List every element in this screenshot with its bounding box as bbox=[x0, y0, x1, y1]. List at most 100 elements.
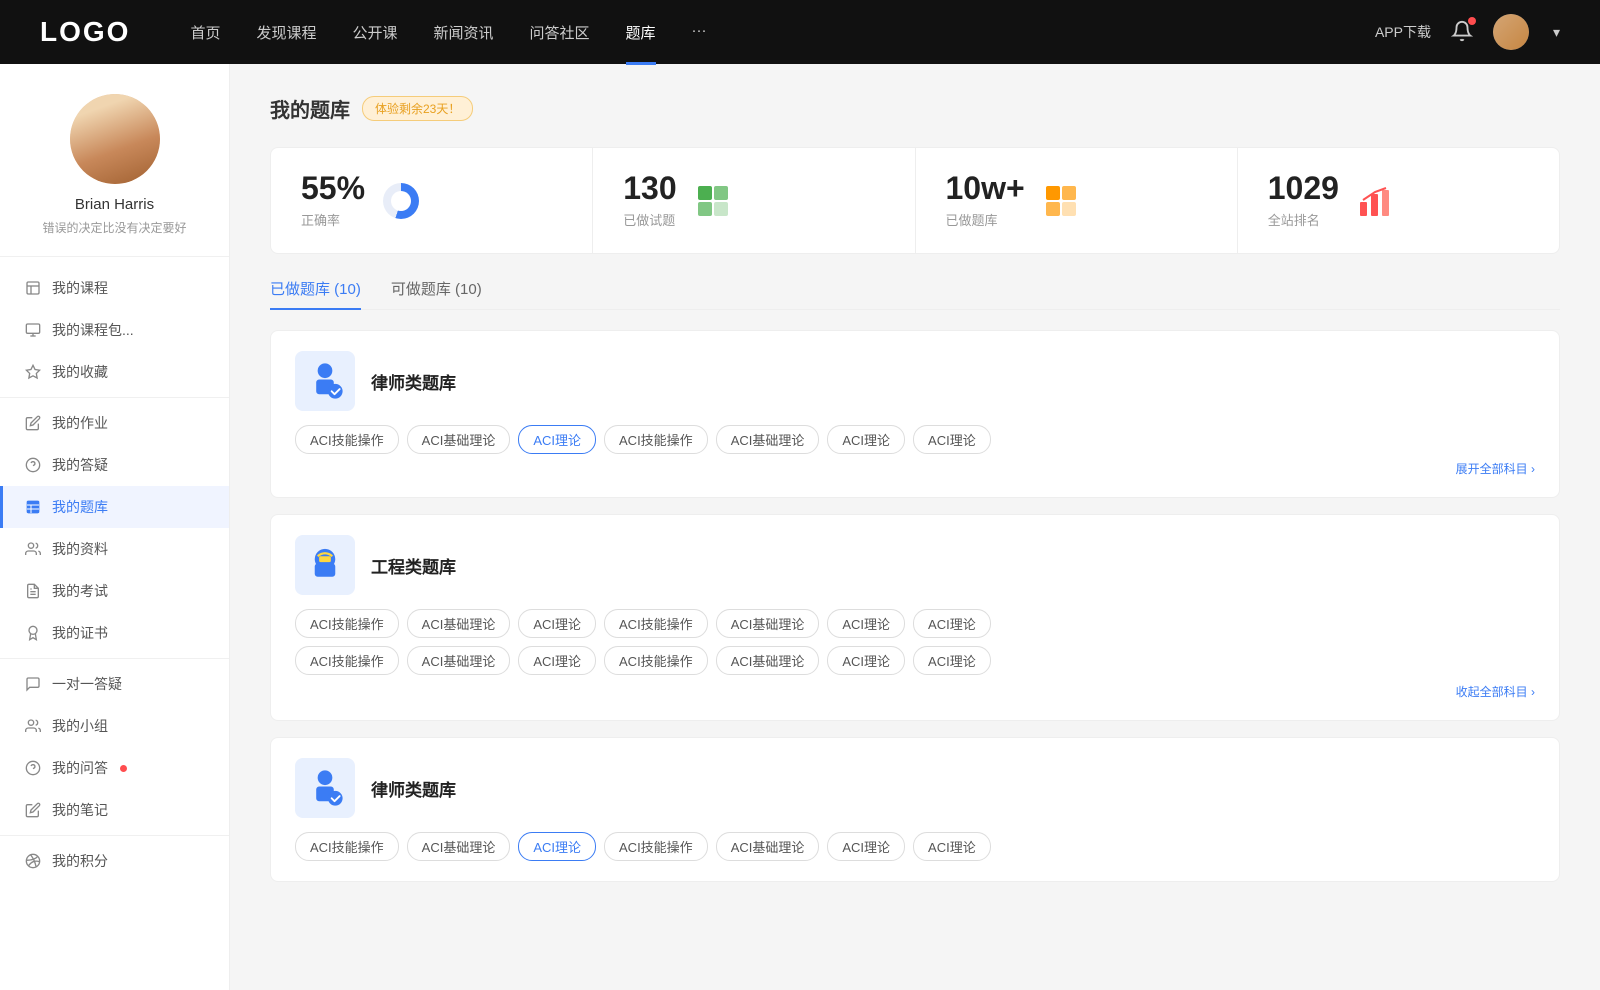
tag[interactable]: ACI技能操作 bbox=[604, 609, 708, 638]
qbank-tags-row2: ACI技能操作 ACI基础理论 ACI理论 ACI技能操作 ACI基础理论 AC… bbox=[295, 646, 1535, 675]
nav-news[interactable]: 新闻资讯 bbox=[434, 22, 494, 43]
qbank-title-2: 工程类题库 bbox=[371, 553, 456, 578]
tag[interactable]: ACI基础理论 bbox=[407, 646, 511, 675]
my-questions-icon bbox=[24, 759, 42, 777]
page-wrapper: Brian Harris 错误的决定比没有决定要好 我的课程 我的课程包... bbox=[0, 64, 1600, 990]
sidebar-label: 我的收藏 bbox=[52, 362, 108, 382]
tag[interactable]: ACI技能操作 bbox=[295, 832, 399, 861]
sidebar-label: 我的课程 bbox=[52, 278, 108, 298]
tag[interactable]: ACI理论 bbox=[913, 646, 991, 675]
tag[interactable]: ACI基础理论 bbox=[716, 832, 820, 861]
tag[interactable]: ACI理论 bbox=[827, 646, 905, 675]
sidebar-label: 我的答疑 bbox=[52, 455, 108, 475]
menu-divider-3 bbox=[0, 835, 229, 836]
qbank-card-lawyer-2: 律师类题库 ACI技能操作 ACI基础理论 ACI理论 ACI技能操作 ACI基… bbox=[270, 737, 1560, 882]
notes-icon bbox=[24, 801, 42, 819]
nav-more[interactable]: ··· bbox=[692, 22, 707, 43]
sidebar-item-groups[interactable]: 我的小组 bbox=[0, 705, 229, 747]
tag[interactable]: ACI技能操作 bbox=[604, 425, 708, 454]
tag[interactable]: ACI理论 bbox=[913, 609, 991, 638]
sidebar-menu: 我的课程 我的课程包... 我的收藏 我的作业 bbox=[0, 257, 229, 892]
tag[interactable]: ACI技能操作 bbox=[604, 832, 708, 861]
sidebar-item-exam[interactable]: 我的考试 bbox=[0, 570, 229, 612]
sidebar-item-my-questions[interactable]: 我的问答 bbox=[0, 747, 229, 789]
tag[interactable]: ACI基础理论 bbox=[407, 425, 511, 454]
page-title: 我的题库 bbox=[270, 94, 350, 123]
groups-icon bbox=[24, 717, 42, 735]
exam-icon bbox=[24, 582, 42, 600]
sidebar-item-notes[interactable]: 我的笔记 bbox=[0, 789, 229, 831]
nav-discover[interactable]: 发现课程 bbox=[256, 22, 316, 43]
avatar-image bbox=[1493, 14, 1529, 50]
sidebar-label: 我的考试 bbox=[52, 581, 108, 601]
expand-button-1[interactable]: 展开全部科目 › bbox=[295, 460, 1535, 477]
tag[interactable]: ACI理论 bbox=[913, 425, 991, 454]
qbank-card-lawyer-1: 律师类题库 ACI技能操作 ACI基础理论 ACI理论 ACI技能操作 ACI基… bbox=[270, 330, 1560, 498]
sidebar-label: 我的问答 bbox=[52, 758, 108, 778]
tag[interactable]: ACI理论 bbox=[827, 832, 905, 861]
tag[interactable]: ACI理论 bbox=[518, 646, 596, 675]
tag[interactable]: ACI基础理论 bbox=[716, 425, 820, 454]
tag[interactable]: ACI理论 bbox=[518, 609, 596, 638]
qbank-title-1: 律师类题库 bbox=[371, 369, 456, 394]
rank-icon bbox=[1355, 181, 1395, 221]
courses-icon bbox=[24, 279, 42, 297]
app-download-button[interactable]: APP下载 bbox=[1375, 22, 1431, 42]
notification-bell[interactable] bbox=[1451, 20, 1473, 45]
sidebar-item-profile[interactable]: 我的资料 bbox=[0, 528, 229, 570]
stat-bank-done: 10w+ 已做题库 bbox=[916, 148, 1238, 253]
stat-questions-done: 130 已做试题 bbox=[593, 148, 915, 253]
navbar-nav: 首页 发现课程 公开课 新闻资讯 问答社区 题库 ··· bbox=[190, 22, 1375, 43]
tag[interactable]: ACI基础理论 bbox=[407, 609, 511, 638]
trial-badge: 体验剩余23天！ bbox=[362, 96, 473, 121]
tag[interactable]: ACI基础理论 bbox=[716, 609, 820, 638]
tag[interactable]: ACI技能操作 bbox=[295, 425, 399, 454]
qbank-tags-1: ACI技能操作 ACI基础理论 ACI理论 ACI技能操作 ACI基础理论 AC… bbox=[295, 425, 1535, 454]
unread-dot bbox=[120, 765, 127, 772]
nav-question-bank[interactable]: 题库 bbox=[626, 22, 656, 43]
tag[interactable]: ACI基础理论 bbox=[407, 832, 511, 861]
tag[interactable]: ACI技能操作 bbox=[295, 609, 399, 638]
sidebar-label: 我的小组 bbox=[52, 716, 108, 736]
sidebar-item-question-bank[interactable]: 我的题库 bbox=[0, 486, 229, 528]
sidebar-item-tutoring[interactable]: 一对一答疑 bbox=[0, 663, 229, 705]
stat-questions-label: 已做试题 bbox=[623, 210, 676, 229]
sidebar-label: 我的积分 bbox=[52, 851, 108, 871]
nav-open-course[interactable]: 公开课 bbox=[352, 22, 397, 43]
sidebar-item-favorites[interactable]: 我的收藏 bbox=[0, 351, 229, 393]
tab-done[interactable]: 已做题库 (10) bbox=[270, 278, 361, 309]
user-menu-chevron[interactable]: ▾ bbox=[1553, 24, 1560, 41]
tag[interactable]: ACI理论 bbox=[827, 609, 905, 638]
tag[interactable]: ACI理论 bbox=[827, 425, 905, 454]
qbank-icon-lawyer-2 bbox=[295, 758, 355, 818]
tag[interactable]: ACI技能操作 bbox=[295, 646, 399, 675]
navbar-right: APP下载 ▾ bbox=[1375, 14, 1560, 50]
logo[interactable]: LOGO bbox=[40, 16, 130, 48]
stat-rank-label: 全站排名 bbox=[1268, 210, 1339, 229]
sidebar: Brian Harris 错误的决定比没有决定要好 我的课程 我的课程包... bbox=[0, 64, 230, 990]
sidebar-label: 我的资料 bbox=[52, 539, 108, 559]
tag-active[interactable]: ACI理论 bbox=[518, 425, 596, 454]
qbank-icon-lawyer bbox=[295, 351, 355, 411]
collapse-button-2[interactable]: 收起全部科目 › bbox=[295, 683, 1535, 700]
sidebar-item-course-packages[interactable]: 我的课程包... bbox=[0, 309, 229, 351]
sidebar-item-certificate[interactable]: 我的证书 bbox=[0, 612, 229, 654]
nav-home[interactable]: 首页 bbox=[190, 22, 220, 43]
tag-active[interactable]: ACI理论 bbox=[518, 832, 596, 861]
sidebar-item-questions[interactable]: 我的答疑 bbox=[0, 444, 229, 486]
nav-qa[interactable]: 问答社区 bbox=[530, 22, 590, 43]
sidebar-username: Brian Harris bbox=[75, 196, 154, 213]
qbank-card-header-2: 工程类题库 bbox=[295, 535, 1535, 595]
sidebar-item-homework[interactable]: 我的作业 bbox=[0, 402, 229, 444]
sidebar-item-points[interactable]: 我的积分 bbox=[0, 840, 229, 882]
sidebar-item-my-courses[interactable]: 我的课程 bbox=[0, 267, 229, 309]
profile-icon bbox=[24, 540, 42, 558]
tag[interactable]: ACI理论 bbox=[913, 832, 991, 861]
tag[interactable]: ACI技能操作 bbox=[604, 646, 708, 675]
sidebar-profile: Brian Harris 错误的决定比没有决定要好 bbox=[0, 94, 229, 257]
stat-accuracy: 55% 正确率 bbox=[271, 148, 593, 253]
tab-available[interactable]: 可做题库 (10) bbox=[391, 278, 482, 309]
tag[interactable]: ACI基础理论 bbox=[716, 646, 820, 675]
user-avatar[interactable] bbox=[1493, 14, 1529, 50]
qbank-card-header-3: 律师类题库 bbox=[295, 758, 1535, 818]
